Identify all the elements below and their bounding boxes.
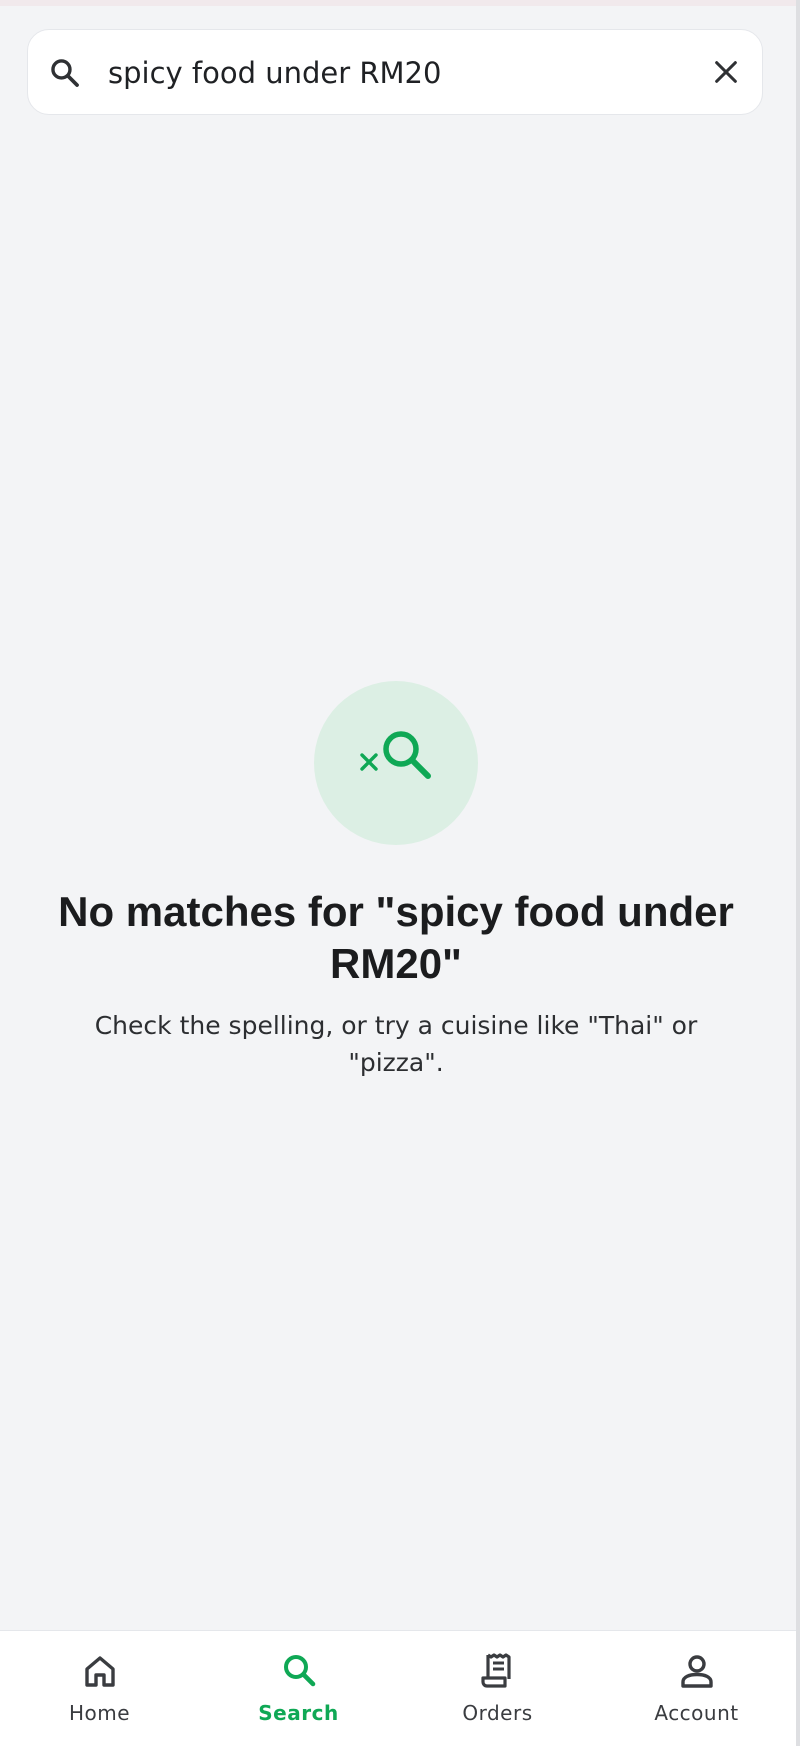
nav-item-label: Search xyxy=(258,1701,339,1725)
nav-item-search[interactable]: Search xyxy=(199,1631,398,1746)
nav-item-orders[interactable]: Orders xyxy=(398,1631,597,1746)
search-icon xyxy=(283,1655,315,1687)
search-screen: No matches for "spicy food under RM20" C… xyxy=(0,0,796,1746)
close-icon xyxy=(715,61,737,83)
bottom-nav: Home Search Orders Account xyxy=(0,1630,796,1746)
home-icon xyxy=(84,1656,115,1687)
search-input[interactable] xyxy=(108,50,688,96)
empty-state-title: No matches for "spicy food under RM20" xyxy=(58,888,734,987)
search-icon xyxy=(51,59,79,87)
nav-item-account[interactable]: Account xyxy=(597,1631,796,1746)
receipt-icon xyxy=(480,1653,511,1688)
person-icon xyxy=(680,1655,713,1688)
clear-search-button[interactable] xyxy=(706,52,746,92)
nav-item-label: Account xyxy=(654,1701,739,1725)
search-bar[interactable] xyxy=(27,29,763,115)
search-off-icon xyxy=(360,731,431,779)
nav-item-label: Home xyxy=(68,1701,131,1725)
empty-state-subtitle: Check the spelling, or try a cuisine lik… xyxy=(94,1011,698,1077)
empty-state-illustration xyxy=(314,681,478,845)
nav-item-label: Orders xyxy=(462,1701,533,1725)
nav-item-home[interactable]: Home xyxy=(0,1631,199,1746)
